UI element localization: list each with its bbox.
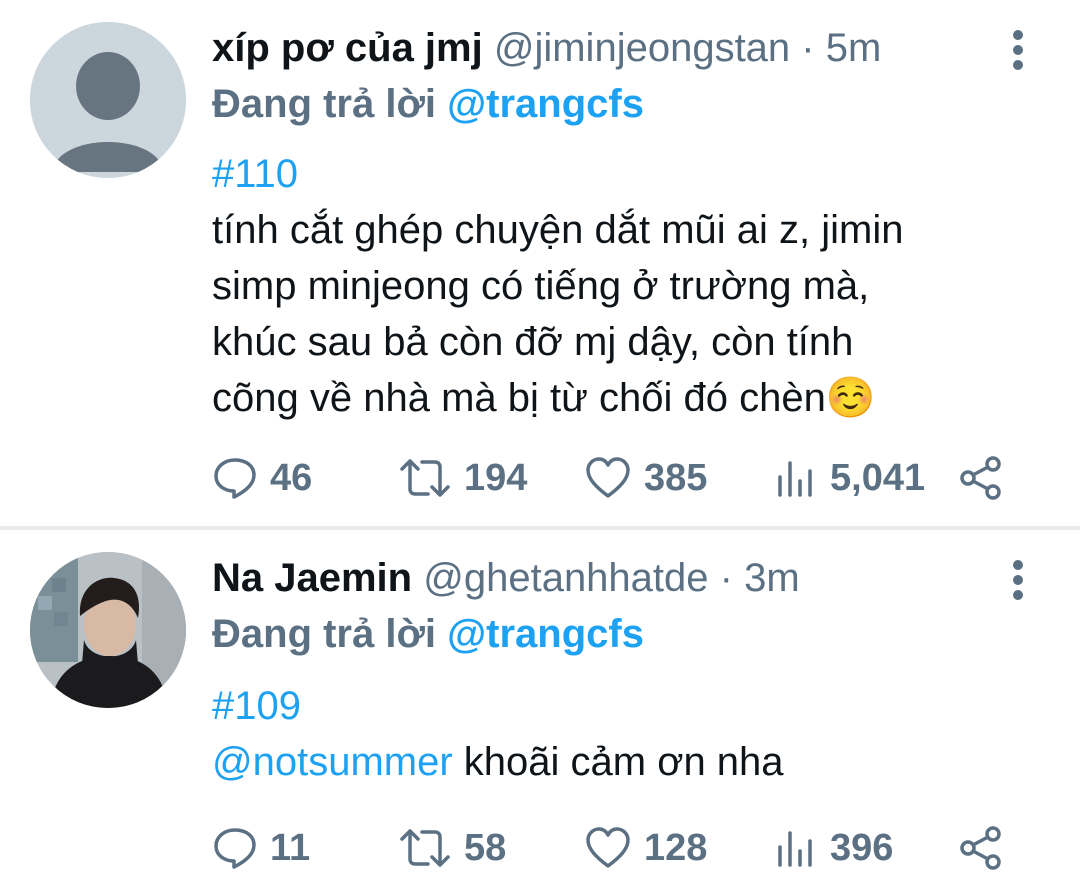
retweet-icon [398, 455, 452, 501]
view-count: 5,041 [830, 457, 926, 499]
like-count: 385 [644, 457, 708, 499]
tweet-text-line: tính cắt ghép chuyện dắt mũi ai z, jimin [212, 208, 904, 252]
retweet-button[interactable]: 58 [398, 818, 506, 878]
hashtag-link[interactable]: #110 [212, 146, 1032, 202]
mention-link[interactable]: @notsummer [212, 740, 453, 784]
avatar[interactable] [30, 552, 186, 708]
author-name[interactable]: Na Jaemin [212, 556, 412, 600]
views-icon [774, 455, 818, 501]
share-button[interactable] [958, 448, 1004, 508]
author-name[interactable]: xíp pơ của jmj [212, 26, 483, 70]
author-handle[interactable]: @jiminjeongstan [494, 26, 790, 70]
more-options-icon[interactable] [1008, 558, 1028, 602]
retweet-icon [398, 825, 452, 871]
views-button[interactable]: 396 [774, 818, 893, 878]
tweet-text-line: khoãi cảm ơn nha [463, 740, 784, 784]
share-icon [958, 825, 1004, 871]
like-icon [584, 455, 632, 501]
retweet-button[interactable]: 194 [398, 448, 527, 508]
views-button[interactable]: 5,041 [774, 448, 925, 508]
reply-mention-link[interactable]: @trangcfs [447, 612, 644, 656]
replying-to: Đang trả lời @trangcfs [212, 610, 644, 658]
like-button[interactable]: 385 [584, 448, 707, 508]
reply-icon [212, 455, 258, 501]
reply-prefix: Đang trả lời [212, 612, 437, 656]
tweet-text-line: khúc sau bả còn đỡ mj dậy, còn tính [212, 320, 854, 364]
share-icon [958, 455, 1004, 501]
separator: · [801, 26, 815, 70]
reply-prefix: Đang trả lời [212, 82, 437, 126]
like-count: 128 [644, 827, 708, 869]
reply-icon [212, 825, 258, 871]
tweet-text: #109 @notsummer khoãi cảm ơn nha [212, 678, 1032, 790]
tweet-actions: 46 194 385 5,041 [212, 448, 1052, 508]
retweet-count: 58 [464, 827, 507, 869]
timestamp[interactable]: 5m [826, 26, 882, 70]
tweet-text-line: simp minjeong có tiếng ở trường mà, [212, 264, 870, 308]
tweet[interactable]: xíp pơ của jmj @jiminjeongstan · 5m Đang… [0, 0, 1080, 528]
reply-mention-link[interactable]: @trangcfs [447, 82, 644, 126]
separator: · [719, 556, 733, 600]
smiling-emoji: ☺️ [825, 376, 876, 420]
reply-button[interactable]: 46 [212, 448, 312, 508]
share-button[interactable] [958, 818, 1004, 878]
tweet[interactable]: Na Jaemin @ghetanhhatde · 3m Đang trả lờ… [0, 530, 1080, 892]
reply-button[interactable]: 11 [212, 818, 310, 878]
views-icon [774, 825, 818, 871]
tweet-header: Na Jaemin @ghetanhhatde · 3m [212, 554, 800, 602]
like-button[interactable]: 128 [584, 818, 707, 878]
hashtag-link[interactable]: #109 [212, 678, 1032, 734]
replying-to: Đang trả lời @trangcfs [212, 80, 644, 128]
more-options-icon[interactable] [1008, 28, 1028, 72]
retweet-count: 194 [464, 457, 528, 499]
view-count: 396 [830, 827, 894, 869]
default-avatar-icon[interactable] [30, 22, 186, 178]
author-handle[interactable]: @ghetanhhatde [423, 556, 708, 600]
tweet-text: #110 tính cắt ghép chuyện dắt mũi ai z, … [212, 146, 1032, 426]
reply-count: 46 [270, 457, 313, 499]
timestamp[interactable]: 3m [744, 556, 800, 600]
reply-count: 11 [270, 827, 311, 869]
like-icon [584, 825, 632, 871]
tweet-actions: 11 58 128 396 [212, 818, 1052, 878]
tweet-header: xíp pơ của jmj @jiminjeongstan · 5m [212, 24, 881, 72]
tweet-text-line: cõng về nhà mà bị từ chối đó chèn [212, 376, 826, 420]
